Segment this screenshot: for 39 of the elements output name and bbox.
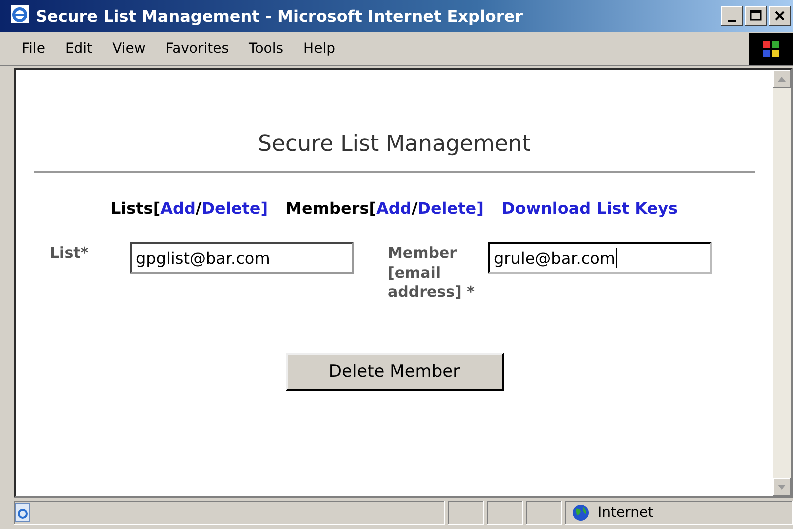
menu-item[interactable]: Favorites bbox=[158, 38, 238, 58]
nav-link[interactable]: Delete bbox=[418, 199, 477, 218]
separator: / bbox=[196, 199, 202, 218]
scroll-down-icon[interactable] bbox=[773, 478, 791, 496]
status-pane bbox=[448, 501, 484, 525]
status-pane bbox=[526, 501, 562, 525]
nav-link[interactable]: Add bbox=[376, 199, 412, 218]
scroll-up-icon[interactable] bbox=[773, 70, 791, 88]
separator: / bbox=[412, 199, 418, 218]
nav-link[interactable]: Download List Keys bbox=[502, 199, 678, 218]
zone-label: Internet bbox=[598, 505, 654, 521]
field-label: Member [email address] * bbox=[388, 243, 476, 302]
menu-item[interactable]: Help bbox=[296, 38, 344, 58]
nav-link[interactable]: Delete bbox=[202, 199, 261, 218]
status-pane bbox=[487, 501, 523, 525]
bracket: ] bbox=[260, 199, 268, 218]
maximize-button[interactable] bbox=[745, 6, 767, 26]
minimize-button[interactable] bbox=[721, 6, 743, 26]
window-title: Secure List Management - Microsoft Internet Explorer bbox=[36, 6, 524, 26]
section-label: Members[ bbox=[286, 199, 377, 218]
minimize-icon bbox=[728, 18, 736, 22]
bracket: ] bbox=[476, 199, 484, 218]
nav-link[interactable]: Add bbox=[160, 199, 196, 218]
menu-item[interactable]: File bbox=[14, 38, 54, 58]
section-label: Lists[ bbox=[110, 199, 161, 218]
close-icon bbox=[773, 9, 787, 23]
menu-item[interactable]: Tools bbox=[241, 38, 292, 58]
delete-member-button[interactable]: Delete Member bbox=[286, 352, 504, 390]
page-heading: Secure List Management bbox=[258, 132, 531, 157]
menu-item[interactable]: Edit bbox=[57, 38, 101, 58]
text-field[interactable]: gpglist@bar.com bbox=[130, 242, 354, 274]
field-label: List* bbox=[50, 243, 90, 262]
page-icon bbox=[15, 503, 33, 523]
windows-flag-icon bbox=[749, 32, 793, 64]
globe-icon bbox=[572, 504, 590, 522]
text-field[interactable]: grule@bar.com bbox=[488, 242, 712, 274]
maximize-icon bbox=[749, 9, 763, 23]
menu-item[interactable]: View bbox=[104, 38, 154, 58]
close-button[interactable] bbox=[769, 6, 791, 26]
